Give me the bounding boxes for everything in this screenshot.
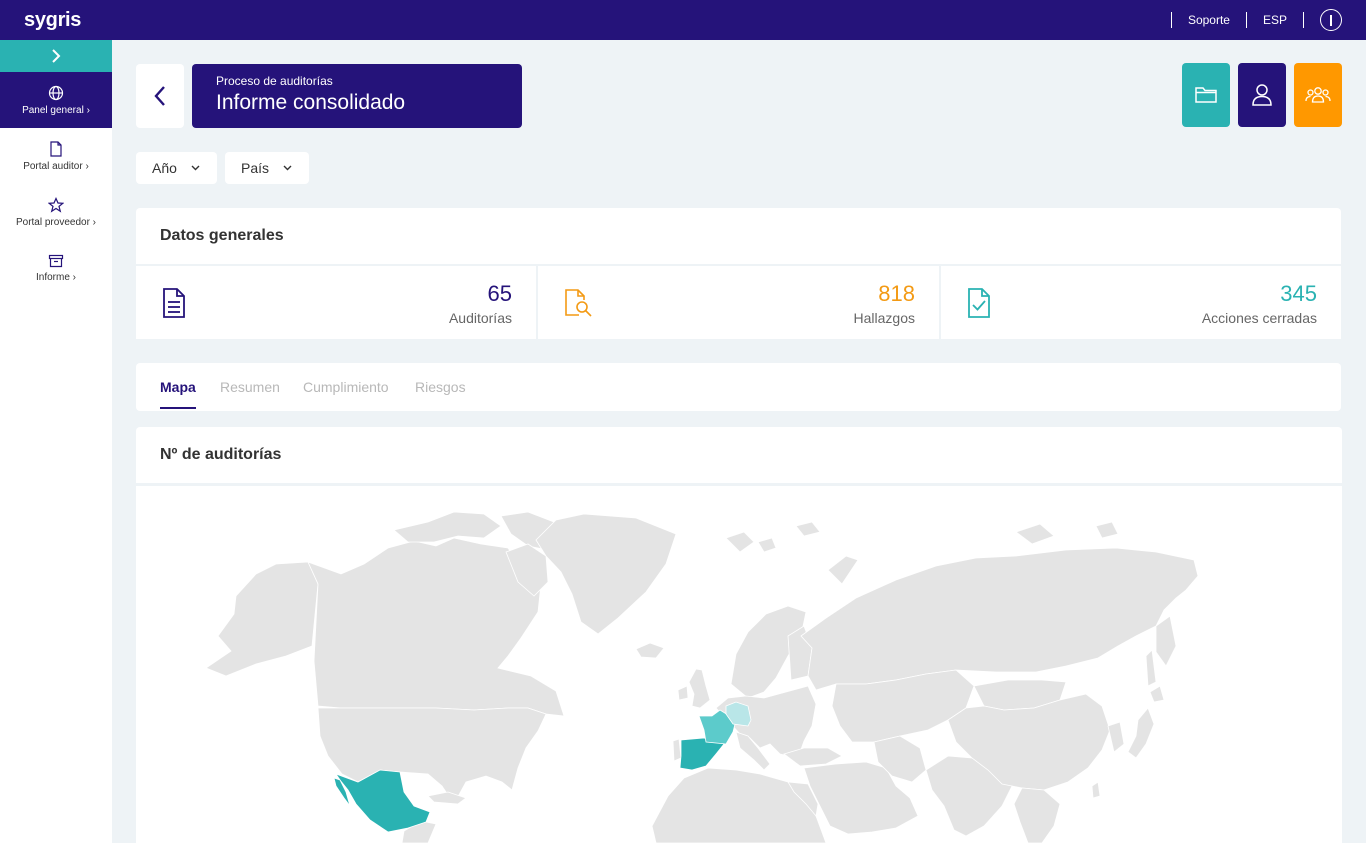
map-card-header: Nº de auditorías	[136, 427, 1342, 483]
map-region-russia	[800, 547, 1199, 691]
map-region-cuba	[427, 791, 467, 805]
country-filter[interactable]: País	[225, 152, 309, 184]
chevron-left-icon	[154, 86, 165, 106]
map-country-mexico	[334, 769, 431, 833]
map-region-hokkaido	[1149, 685, 1165, 703]
info-icon[interactable]	[1320, 9, 1342, 31]
divider	[1303, 12, 1304, 28]
sidebar-item-panel-general[interactable]: Panel general ›	[0, 72, 112, 128]
map-region-kamchatka	[1155, 615, 1177, 667]
sidebar-item-label: Portal proveedor ›	[15, 216, 97, 228]
map-region-uk	[688, 668, 711, 709]
user-button[interactable]	[1238, 63, 1286, 127]
map-region-arctic-islands	[393, 511, 502, 543]
document-search-icon	[565, 289, 592, 317]
sidebar-item-portal-proveedor[interactable]: Portal proveedor ›	[0, 184, 112, 240]
back-button[interactable]	[136, 64, 184, 128]
stat-label: Acciones cerradas	[1201, 310, 1317, 326]
page-header: Proceso de auditorías Informe consolidad…	[192, 64, 522, 128]
map-region-severnaya	[1015, 523, 1055, 545]
top-bar: sygris Soporte ESP	[0, 0, 1366, 40]
map-region-novaya-zemlya	[827, 555, 859, 585]
chevron-right-icon	[52, 49, 61, 63]
page-subtitle: Proceso de auditorías	[216, 74, 333, 88]
general-data-title: Datos generales	[160, 227, 284, 244]
group-icon	[1305, 87, 1331, 103]
map-region-ireland	[677, 685, 689, 701]
general-data-card: Datos generales	[136, 208, 1341, 264]
map-region-alaska	[205, 561, 319, 677]
map-region-greenland	[535, 513, 677, 635]
folder-icon	[1195, 87, 1217, 103]
logo[interactable]: sygris	[24, 9, 81, 32]
chevron-down-icon	[283, 165, 292, 171]
sidebar-item-label: Informe ›	[35, 271, 76, 283]
stat-value: 818	[878, 281, 915, 306]
world-map	[136, 486, 1342, 843]
map-region-svalbard	[725, 531, 755, 553]
map-region-portugal	[672, 738, 682, 762]
sidebar-item-portal-auditor[interactable]: Portal auditor ›	[0, 128, 112, 184]
map-title: Nº de auditorías	[160, 446, 282, 463]
sidebar-item-label: Portal auditor ›	[23, 160, 89, 172]
top-bar-actions: Soporte ESP	[1155, 0, 1342, 40]
active-tab-indicator	[160, 407, 196, 409]
stat-label: Hallazgos	[853, 310, 915, 326]
archive-icon	[48, 254, 64, 267]
map-region-svalbard	[757, 537, 777, 553]
star-icon	[48, 196, 64, 213]
folder-button[interactable]	[1182, 63, 1230, 127]
tab-riesgos[interactable]: Riesgos	[415, 379, 466, 395]
map-region-africa	[651, 767, 827, 843]
year-filter-label: Año	[152, 160, 177, 176]
map-region-iceland	[635, 642, 665, 659]
chevron-down-icon	[191, 165, 200, 171]
tab-resumen[interactable]: Resumen	[220, 379, 280, 395]
globe-icon	[48, 85, 64, 100]
map-region-southeast-asia	[1013, 787, 1061, 843]
country-filter-label: País	[241, 160, 270, 176]
page-title: Informe consolidado	[216, 91, 406, 114]
map-region-franz-josef	[795, 521, 821, 537]
document-check-icon	[968, 288, 990, 318]
map-region-japan	[1127, 707, 1155, 759]
sidebar-toggle-button[interactable]	[0, 40, 112, 72]
sidebar: Panel general › Portal auditor › Portal …	[0, 40, 112, 843]
stat-acciones-cerradas: 345 Acciones cerradas	[941, 266, 1341, 339]
user-icon	[1252, 84, 1272, 106]
divider	[1245, 12, 1247, 28]
divider	[1170, 12, 1172, 28]
map-region-new-siberian	[1095, 521, 1119, 539]
stat-label: Auditorías	[448, 310, 512, 326]
language-selector[interactable]: ESP	[1263, 13, 1287, 27]
support-link[interactable]: Soporte	[1188, 13, 1230, 27]
sidebar-item-informe[interactable]: Informe ›	[0, 240, 112, 296]
stats-row: 65 Auditorías 818 Hallazgos 345 Acciones…	[136, 266, 1341, 339]
stat-value: 345	[1280, 281, 1317, 306]
document-icon	[163, 288, 185, 318]
document-icon	[50, 140, 62, 157]
year-filter[interactable]: Año	[136, 152, 217, 184]
stat-auditorias: 65 Auditorías	[136, 266, 536, 339]
map-region-korea	[1107, 721, 1125, 753]
map-region-taiwan	[1091, 781, 1101, 799]
stat-hallazgos: 818 Hallazgos	[538, 266, 939, 339]
group-button[interactable]	[1294, 63, 1342, 127]
tab-cumplimiento[interactable]: Cumplimiento	[303, 379, 389, 395]
sidebar-item-label: Panel general ›	[22, 104, 90, 116]
stat-value: 65	[487, 281, 512, 306]
tab-mapa[interactable]: Mapa	[160, 379, 196, 395]
map-region-sakhalin	[1145, 649, 1157, 687]
